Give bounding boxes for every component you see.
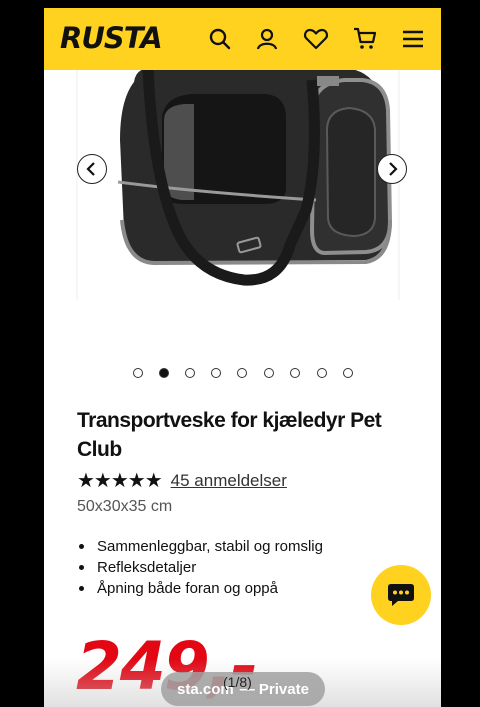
gallery-dot-active[interactable] — [159, 368, 169, 378]
product-gallery[interactable] — [44, 67, 441, 360]
phone-screen: RUSTA Transportveske for kjæledyr Pet Cl… — [44, 8, 441, 707]
chat-bubble-icon — [388, 584, 414, 606]
gallery-prev-button[interactable] — [77, 154, 107, 184]
gallery-dot[interactable] — [290, 368, 300, 378]
rating-stars-icon: ★★★★★ — [77, 470, 163, 492]
chevron-left-icon — [86, 162, 95, 176]
product-rating: ★★★★★ 45 anmeldelser — [77, 468, 287, 493]
chevron-right-icon — [389, 162, 398, 176]
gallery-dot[interactable] — [211, 368, 221, 378]
gallery-dot[interactable] — [133, 368, 143, 378]
cart-icon[interactable] — [351, 25, 379, 53]
feature-list: Sammenleggbar, stabil og romslig Refleks… — [77, 536, 323, 599]
gallery-dot[interactable] — [317, 368, 327, 378]
feature-item: Refleksdetaljer — [77, 557, 323, 578]
site-header: RUSTA — [44, 8, 441, 70]
product-title: Transportveske for kjæledyr Pet Club — [77, 409, 382, 461]
product-dimensions: 50x30x35 cm — [77, 498, 173, 515]
pet-carrier-image — [76, 67, 400, 300]
gallery-dot[interactable] — [237, 368, 247, 378]
menu-icon[interactable] — [399, 25, 427, 53]
gallery-dot[interactable] — [264, 368, 274, 378]
gallery-dot[interactable] — [185, 368, 195, 378]
feature-item: Åpning både foran og oppå — [77, 578, 323, 599]
search-icon[interactable] — [206, 25, 234, 53]
rusta-logo[interactable]: RUSTA — [60, 21, 163, 55]
gallery-dot[interactable] — [343, 368, 353, 378]
chat-button[interactable] — [371, 565, 431, 625]
user-icon[interactable] — [253, 25, 281, 53]
feature-item: Sammenleggbar, stabil og romslig — [77, 536, 323, 557]
tab-counter: (1/8) — [223, 674, 252, 690]
gallery-pagination — [44, 368, 441, 380]
gallery-next-button[interactable] — [377, 154, 407, 184]
heart-icon[interactable] — [302, 25, 330, 53]
browser-address-pill[interactable]: sta.com — Private (1/8) — [161, 672, 325, 706]
reviews-link[interactable]: 45 anmeldelser — [171, 471, 287, 491]
